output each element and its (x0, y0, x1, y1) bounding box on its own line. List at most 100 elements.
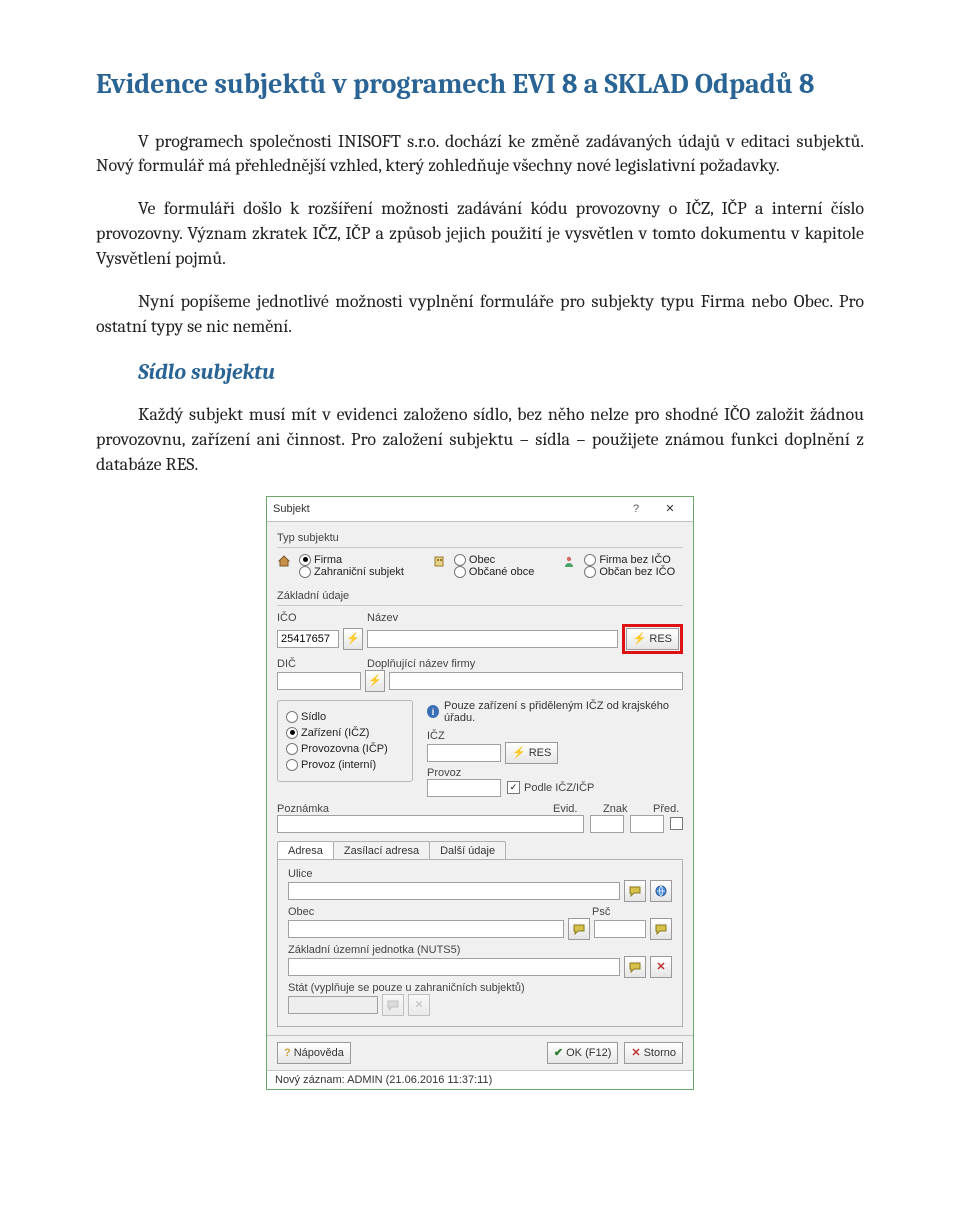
res-button-label: RES (649, 633, 672, 645)
doplnujici-label: Doplňující název firmy (367, 658, 683, 670)
radio-provoz-interni[interactable]: Provoz (interní) (286, 759, 404, 771)
dic-bolt-button[interactable]: ⚡ (365, 670, 385, 692)
cancel-button[interactable]: ✕ Storno (624, 1042, 683, 1064)
ico-label: IČO (277, 612, 355, 624)
radio-zarizeni[interactable]: Zařízení (IČZ) (286, 727, 404, 739)
status-bar: Nový záznam: ADMIN (21.06.2016 11:37:11) (267, 1070, 693, 1089)
obec-input[interactable] (288, 920, 564, 938)
check-icon: ✔ (554, 1046, 563, 1059)
paragraph-1: V programech společnosti INISOFT s.r.o. … (96, 130, 864, 180)
nazev-input[interactable] (367, 630, 618, 648)
zuj-lookup-button[interactable] (624, 956, 646, 978)
obec-label: Obec (288, 906, 580, 918)
dialog-footer: ? Nápověda ✔ OK (F12) ✕ Storno (267, 1035, 693, 1070)
ulice-globe-button[interactable] (650, 880, 672, 902)
icz-res-button[interactable]: ⚡RES (505, 742, 558, 764)
radio-obec-label: Obec (469, 554, 495, 566)
dic-input[interactable] (277, 672, 361, 690)
radio-provozovna-label: Provozovna (IČP) (301, 743, 388, 755)
poznamka-input[interactable] (277, 815, 584, 833)
icz-label: IČZ (427, 730, 683, 742)
ico-bolt-button[interactable]: ⚡ (343, 628, 363, 650)
help-button[interactable]: ? (619, 499, 653, 519)
ulice-input[interactable] (288, 882, 620, 900)
radio-firma-bez-ico-label: Firma bez IČO (599, 554, 671, 566)
pred-checkbox[interactable] (670, 817, 683, 830)
radio-obec[interactable]: Obec (454, 554, 495, 566)
bolt-icon: ⚡ (368, 674, 382, 687)
cancel-icon: ✕ (631, 1046, 640, 1059)
icz-input[interactable] (427, 744, 501, 762)
doplnujici-input[interactable] (389, 672, 683, 690)
bolt-icon: ⚡ (633, 632, 647, 645)
tab-adresa-body: Ulice Obec Psč (277, 860, 683, 1027)
radio-firma-label: Firma (314, 554, 342, 566)
checkbox-icon (507, 781, 520, 794)
radio-firma[interactable]: Firma (299, 554, 342, 566)
nazev-label: Název (367, 612, 683, 624)
res-button[interactable]: ⚡RES (626, 628, 679, 650)
stat-label: Stát (vyplňuje se pouze u zahraničních s… (288, 982, 672, 994)
page-title: Evidence subjektů v programech EVI 8 a S… (96, 68, 864, 102)
paragraph-4: Každý subjekt musí mít v evidenci založe… (96, 403, 864, 477)
heading-sidlo: Sídlo subjektu (138, 359, 864, 385)
radio-zarizeni-label: Zařízení (IČZ) (301, 727, 369, 739)
help-footer-label: Nápověda (294, 1047, 344, 1059)
radio-obcane-obce[interactable]: Občané obce (454, 566, 534, 578)
zuj-clear-button[interactable]: ✕ (650, 956, 672, 978)
dialog-title: Subjekt (273, 503, 619, 515)
podle-checkbox[interactable]: Podle IČZ/IČP (507, 781, 594, 794)
help-footer-button[interactable]: ? Nápověda (277, 1042, 351, 1064)
zakladni-udaje-label: Základní údaje (277, 590, 683, 602)
radio-sidlo[interactable]: Sídlo (286, 711, 404, 723)
provoz-input[interactable] (427, 779, 501, 797)
radio-obcan-bez-ico-label: Občan bez IČO (599, 566, 675, 578)
cancel-label: Storno (644, 1047, 676, 1059)
stat-lookup-button (382, 994, 404, 1016)
evid-label: Evid. (553, 803, 591, 815)
location-radio-group: Sídlo Zařízení (IČZ) Provozovna (IČP) Pr… (277, 700, 413, 782)
ico-input[interactable] (277, 630, 339, 648)
obec-lookup-button[interactable] (568, 918, 590, 940)
provoz-label: Provoz (427, 767, 683, 779)
ulice-map-button[interactable] (624, 880, 646, 902)
tab-dalsi[interactable]: Další údaje (429, 841, 506, 859)
subjekt-dialog: Subjekt ? ✕ Typ subjektu Firma (266, 496, 694, 1090)
psc-lookup-button[interactable] (650, 918, 672, 940)
icz-res-label: RES (529, 747, 552, 759)
clear-icon: ✕ (656, 960, 665, 973)
poznamka-label: Poznámka (277, 803, 541, 815)
address-tabs: Adresa Zasílací adresa Další údaje (277, 841, 683, 860)
house-icon (277, 554, 291, 568)
evid-input[interactable] (590, 815, 624, 833)
paragraph-2: Ve formuláři došlo k rozšíření možnosti … (96, 197, 864, 271)
radio-obcane-obce-label: Občané obce (469, 566, 534, 578)
tab-zasilaci[interactable]: Zasílací adresa (333, 841, 430, 859)
close-icon: ✕ (665, 502, 674, 515)
psc-input[interactable] (594, 920, 646, 938)
ulice-label: Ulice (288, 868, 672, 880)
bolt-icon: ⚡ (346, 632, 360, 645)
close-button[interactable]: ✕ (653, 499, 687, 519)
tab-adresa[interactable]: Adresa (277, 841, 334, 859)
paragraph-3: Nyní popíšeme jednotlivé možnosti vyplně… (96, 290, 864, 340)
radio-zahranicni[interactable]: Zahraniční subjekt (299, 566, 404, 578)
radio-provoz-interni-label: Provoz (interní) (301, 759, 376, 771)
radio-provozovna[interactable]: Provozovna (IČP) (286, 743, 404, 755)
zuj-label: Základní územní jednotka (NUTS5) (288, 944, 672, 956)
zuj-input[interactable] (288, 958, 620, 976)
ok-button[interactable]: ✔ OK (F12) (547, 1042, 618, 1064)
clear-icon: ✕ (414, 998, 423, 1011)
znak-input[interactable] (630, 815, 664, 833)
info-icon: i (427, 705, 439, 718)
radio-firma-bez-ico[interactable]: Firma bez IČO (584, 554, 671, 566)
stat-input[interactable] (288, 996, 378, 1014)
podle-label: Podle IČZ/IČP (524, 782, 594, 794)
radio-sidlo-label: Sídlo (301, 711, 326, 723)
typ-subjektu-label: Typ subjektu (277, 532, 683, 544)
psc-label: Psč (592, 906, 672, 918)
pred-label: Před. (653, 803, 683, 815)
dialog-titlebar: Subjekt ? ✕ (267, 497, 693, 522)
speech-icon (629, 885, 641, 897)
radio-obcan-bez-ico[interactable]: Občan bez IČO (584, 566, 675, 578)
